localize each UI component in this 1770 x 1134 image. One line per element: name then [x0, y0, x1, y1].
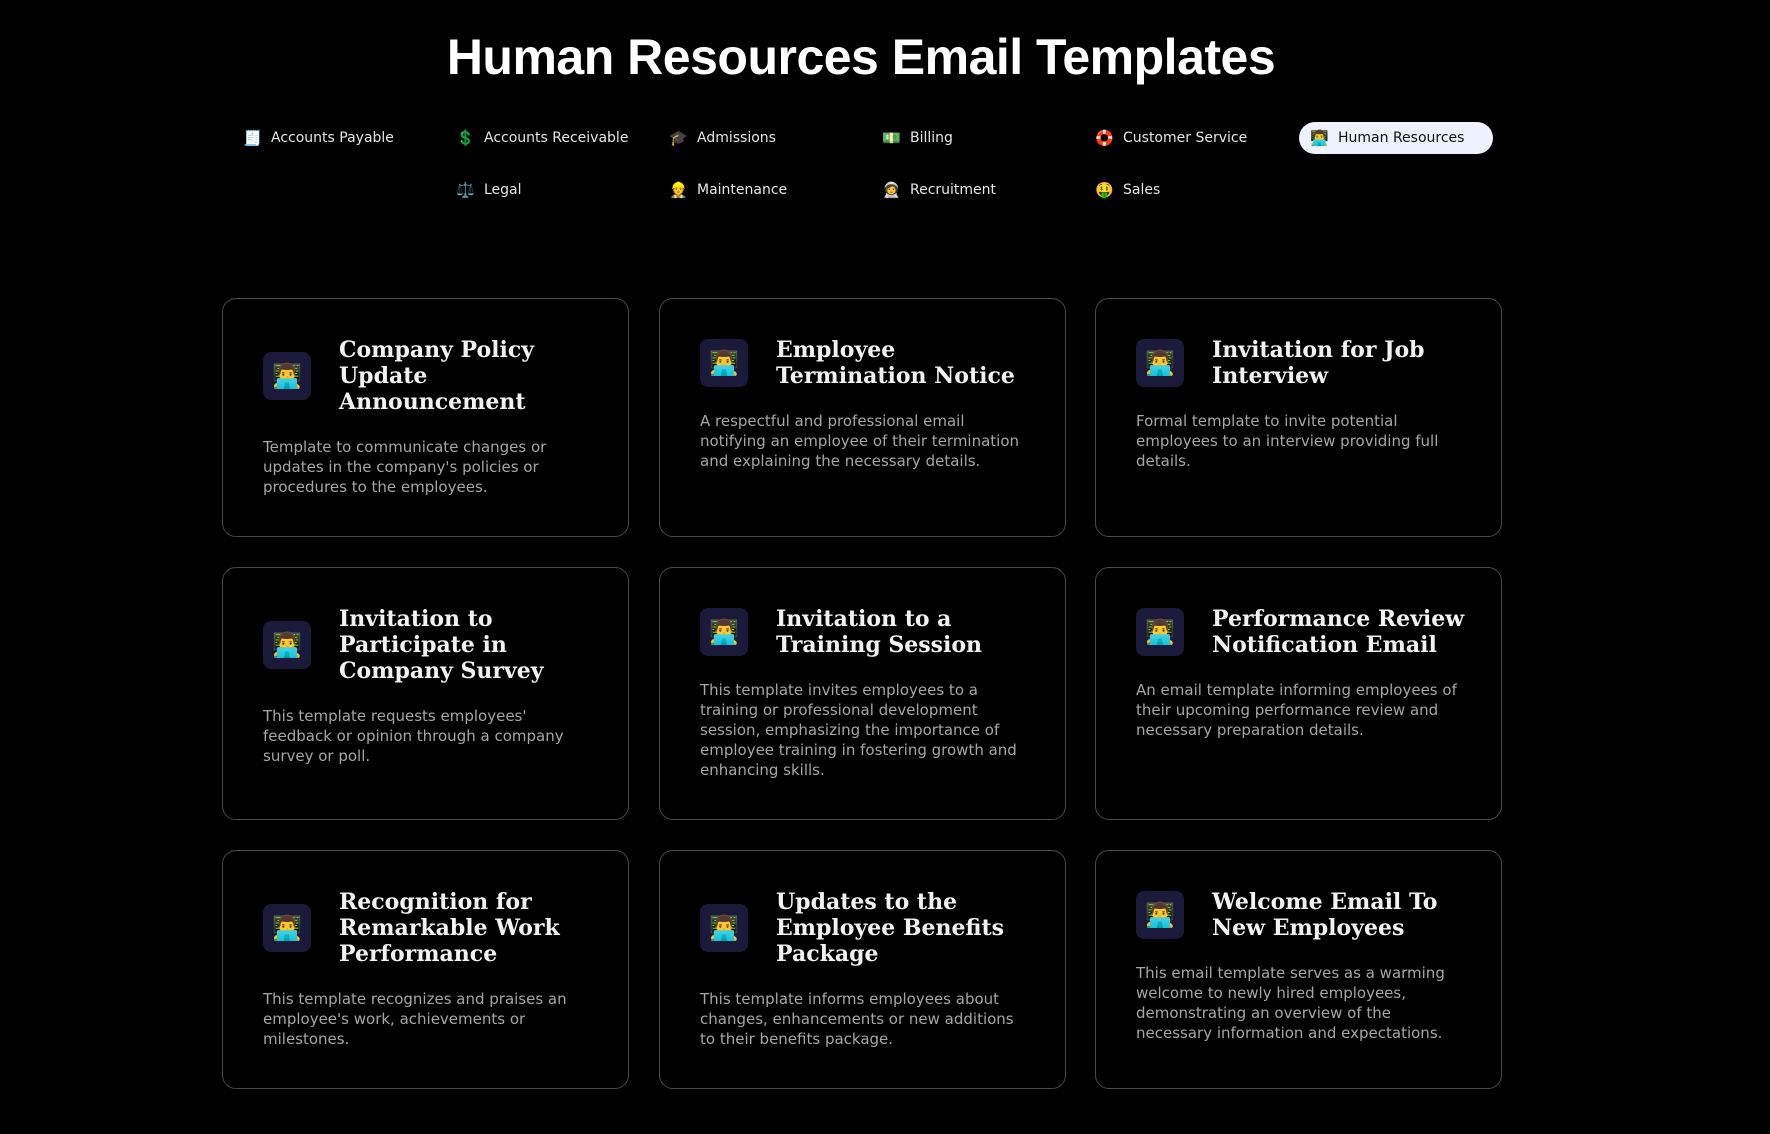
- card-description: This template informs employees about ch…: [700, 990, 1014, 1048]
- banknote-icon: 💵: [882, 128, 901, 147]
- category-billing[interactable]: 💵 Billing: [871, 122, 1065, 154]
- category-label: Sales: [1123, 182, 1161, 198]
- construction-worker-icon: 👷: [669, 180, 688, 199]
- card-title: Invitation to a Training Session: [776, 606, 983, 658]
- card-title: Employee Termination Notice: [776, 337, 1015, 389]
- money-mouth-face-icon: 🤑: [1095, 180, 1114, 199]
- template-card-company-policy-update[interactable]: 👨‍💻 Company Policy Update Announcement T…: [222, 298, 629, 537]
- category-legal[interactable]: ⚖️ Legal: [445, 174, 639, 206]
- technologist-icon: 👨‍💻: [700, 904, 748, 952]
- card-title: Invitation for Job Interview: [1212, 337, 1425, 389]
- category-customer-service[interactable]: 🛟 Customer Service: [1084, 122, 1278, 154]
- template-card-recognition[interactable]: 👨‍💻 Recognition for Remarkable Work Perf…: [222, 850, 629, 1089]
- category-label: Billing: [910, 130, 953, 146]
- category-label: Human Resources: [1338, 130, 1465, 146]
- card-title: Recognition for Remarkable Work Performa…: [339, 889, 560, 967]
- card-title: Invitation to Participate in Company Sur…: [339, 606, 544, 684]
- category-label: Accounts Receivable: [484, 130, 629, 146]
- category-label: Legal: [484, 182, 522, 198]
- technologist-icon: 👨‍💻: [1136, 339, 1184, 387]
- card-title: Welcome Email To New Employees: [1212, 889, 1438, 941]
- dollar-icon: 💲: [456, 128, 475, 147]
- card-title: Company Policy Update Announcement: [339, 337, 535, 415]
- category-label: Maintenance: [697, 182, 788, 198]
- category-label: Customer Service: [1123, 130, 1248, 146]
- category-maintenance[interactable]: 👷 Maintenance: [658, 174, 852, 206]
- technologist-icon: 👨‍💻: [1310, 128, 1329, 147]
- technologist-icon: 👨‍💻: [263, 904, 311, 952]
- template-card-job-interview[interactable]: 👨‍💻 Invitation for Job Interview Formal …: [1095, 298, 1502, 537]
- card-title: Performance Review Notification Email: [1212, 606, 1465, 658]
- template-card-welcome-email[interactable]: 👨‍💻 Welcome Email To New Employees This …: [1095, 850, 1502, 1089]
- category-sales[interactable]: 🤑 Sales: [1084, 174, 1278, 206]
- card-description: A respectful and professional email noti…: [700, 412, 1020, 470]
- template-card-employee-termination[interactable]: 👨‍💻 Employee Termination Notice A respec…: [659, 298, 1066, 537]
- template-card-company-survey[interactable]: 👨‍💻 Invitation to Participate in Company…: [222, 567, 629, 820]
- template-card-training-session[interactable]: 👨‍💻 Invitation to a Training Session Thi…: [659, 567, 1066, 820]
- receipt-icon: 🧾: [243, 128, 262, 147]
- card-description: An email template informing employees of…: [1136, 681, 1457, 739]
- technologist-icon: 👨‍💻: [700, 339, 748, 387]
- technologist-icon: 👨‍💻: [263, 621, 311, 669]
- category-accounts-payable[interactable]: 🧾 Accounts Payable: [232, 122, 426, 154]
- card-title: Updates to the Employee Benefits Package: [776, 889, 1005, 967]
- card-description: This template invites employees to a tra…: [700, 681, 1017, 779]
- card-description: This email template serves as a warming …: [1136, 964, 1445, 1042]
- page: Human Resources Email Templates 🧾 Accoun…: [0, 0, 1770, 1134]
- card-description: Template to communicate changes or updat…: [263, 438, 547, 496]
- technologist-icon: 👨‍💻: [263, 352, 311, 400]
- category-admissions[interactable]: 🎓 Admissions: [658, 122, 852, 154]
- category-label: Recruitment: [910, 182, 997, 198]
- card-description: This template requests employees' feedba…: [263, 707, 564, 765]
- astronaut-icon: 🧑‍🚀: [882, 180, 901, 199]
- category-label: Admissions: [697, 130, 776, 146]
- technologist-icon: 👨‍💻: [1136, 608, 1184, 656]
- category-human-resources[interactable]: 👨‍💻 Human Resources: [1299, 122, 1493, 154]
- category-recruitment[interactable]: 🧑‍🚀 Recruitment: [871, 174, 1065, 206]
- technologist-icon: 👨‍💻: [700, 608, 748, 656]
- technologist-icon: 👨‍💻: [1136, 891, 1184, 939]
- graduation-cap-icon: 🎓: [669, 128, 688, 147]
- lifebuoy-icon: 🛟: [1095, 128, 1114, 147]
- template-card-benefits-package[interactable]: 👨‍💻 Updates to the Employee Benefits Pac…: [659, 850, 1066, 1089]
- page-title: Human Resources Email Templates: [446, 29, 1276, 85]
- card-description: Formal template to invite potential empl…: [1136, 412, 1439, 470]
- scales-icon: ⚖️: [456, 180, 475, 199]
- category-accounts-receivable[interactable]: 💲 Accounts Receivable: [445, 122, 639, 154]
- template-card-performance-review[interactable]: 👨‍💻 Performance Review Notification Emai…: [1095, 567, 1502, 820]
- category-label: Accounts Payable: [271, 130, 394, 146]
- card-description: This template recognizes and praises an …: [263, 990, 567, 1048]
